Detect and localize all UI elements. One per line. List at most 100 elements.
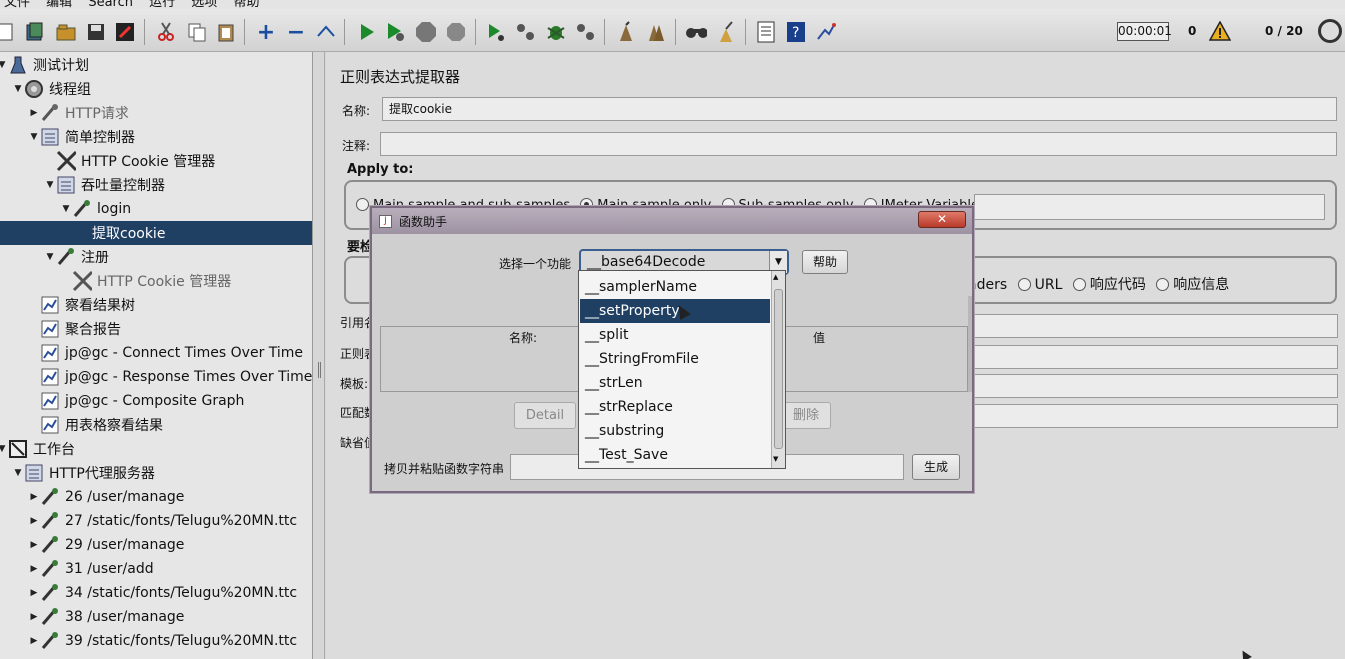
dialog-titlebar[interactable]: J 函数助手 ✕ (372, 208, 972, 234)
function-helper-icon[interactable] (755, 21, 777, 43)
delete-button[interactable]: 删除 (781, 402, 831, 429)
remote-shutdown-icon[interactable] (545, 21, 567, 43)
tree-node[interactable]: ▶ 26 /user/manage (28, 485, 184, 509)
tree-node[interactable]: HTTP Cookie 管理器 (44, 149, 215, 173)
proxy-server-icon (24, 463, 44, 483)
divider-grip[interactable] (318, 362, 321, 378)
remove-icon[interactable]: − (285, 20, 307, 45)
page-title: 正则表达式提取器 (340, 68, 461, 86)
radio-main-and-sub[interactable] (356, 198, 369, 211)
tree-node[interactable]: ▼ 吞吐量控制器 (44, 173, 165, 197)
field-to-check-options: aders URL 响应代码 响应信息 (968, 277, 1230, 293)
reference-name-field[interactable] (972, 314, 1338, 338)
option-substring[interactable]: __substring (580, 419, 770, 443)
copy-icon[interactable] (186, 21, 208, 43)
sampler-icon (40, 559, 60, 579)
tree-node[interactable]: ▼工作台 (0, 437, 75, 461)
remote-stop-icon[interactable] (515, 21, 537, 43)
tree-node[interactable]: ▼ HTTP代理服务器 (12, 461, 155, 485)
generate-button[interactable]: 生成 (912, 454, 960, 480)
comment-label: 注释: (342, 139, 371, 153)
tree-node[interactable]: ▼ 简单控制器 (28, 125, 135, 149)
tree-node[interactable]: ▼ login (60, 197, 131, 221)
reset-search-icon[interactable] (715, 21, 737, 43)
add-icon[interactable]: + (255, 20, 277, 45)
scroll-down-icon[interactable]: ▼ (773, 455, 778, 463)
name-field[interactable]: 提取cookie (382, 97, 1337, 121)
apply-to-title: Apply to: (344, 162, 417, 177)
search-icon[interactable] (685, 21, 707, 43)
save-as-icon[interactable] (114, 21, 136, 43)
tree-node[interactable]: ▶ 34 /static/fonts/Telugu%20MN.ttc (28, 581, 297, 605)
detail-button[interactable]: Detail (514, 402, 576, 429)
templates-icon[interactable] (24, 21, 46, 43)
radio-url[interactable] (1017, 278, 1031, 291)
option-sampler-name[interactable]: __samplerName (580, 275, 770, 299)
tree-node[interactable]: jp@gc - Connect Times Over Time (28, 341, 303, 365)
clear-icon[interactable] (615, 21, 637, 43)
warning-icon[interactable] (1208, 20, 1232, 45)
option-test-save[interactable]: __Test_Save (580, 443, 770, 467)
help-icon[interactable]: ? (785, 21, 807, 43)
tree-node[interactable]: jp@gc - Composite Graph (28, 389, 244, 413)
start-no-pause-icon[interactable] (385, 21, 407, 43)
option-string-from-file[interactable]: __StringFromFile (580, 347, 770, 371)
tree-node[interactable]: ▼ 线程组 (12, 77, 91, 101)
error-count: 0 (1188, 24, 1197, 38)
new-icon[interactable] (0, 21, 16, 43)
scroll-thumb[interactable] (774, 289, 783, 449)
tree-node[interactable]: ▶ 39 /static/fonts/Telugu%20MN.ttc (28, 629, 297, 653)
start-icon[interactable] (356, 21, 378, 43)
tree-node[interactable]: HTTP Cookie 管理器 (60, 269, 231, 293)
cut-icon[interactable] (155, 21, 177, 43)
tree-node[interactable]: ▼测试计划 (0, 53, 89, 77)
radio-response-code[interactable] (1072, 278, 1086, 291)
radio-response-message[interactable] (1156, 278, 1170, 291)
sampler-icon (40, 487, 60, 507)
dropdown-scrollbar[interactable]: ▲ ▼ (771, 271, 785, 468)
option-split[interactable]: __split (580, 323, 770, 347)
match-no-field[interactable] (972, 404, 1338, 428)
shutdown-icon[interactable] (445, 21, 467, 43)
save-icon[interactable] (85, 21, 107, 43)
close-button[interactable]: ✕ (918, 211, 966, 228)
log-viewer-icon[interactable] (815, 21, 837, 43)
tree-node-selected[interactable]: 提取cookie (0, 221, 312, 245)
stop-icon[interactable] (415, 21, 437, 43)
jmeter-variable-field[interactable] (974, 194, 1325, 220)
tree-node[interactable]: jp@gc - Response Times Over Time (28, 365, 312, 389)
tree-node[interactable]: 用表格察看结果 (28, 413, 163, 437)
sampler-icon (40, 103, 60, 123)
tree-node[interactable]: 聚合报告 (28, 317, 121, 341)
tree-node[interactable]: 察看结果树 (28, 293, 135, 317)
paste-icon[interactable] (215, 21, 237, 43)
tree-node[interactable]: ▶ HTTP请求 (28, 101, 129, 125)
listener-icon (40, 319, 60, 339)
tree-node[interactable]: ▼ 注册 (44, 245, 109, 269)
option-str-replace[interactable]: __strReplace (580, 395, 770, 419)
split-pane-divider[interactable] (313, 52, 325, 659)
listener-icon (40, 367, 60, 387)
tree-node[interactable]: ▶ 29 /user/manage (28, 533, 184, 557)
remote-exit-icon[interactable] (575, 21, 597, 43)
remote-start-icon[interactable] (485, 21, 507, 43)
dialog-title: 函数助手 (399, 215, 448, 229)
function-dropdown-list: __samplerName __setProperty __split __St… (578, 270, 786, 469)
open-icon[interactable] (55, 21, 77, 43)
sampler-icon (40, 631, 60, 651)
scroll-up-icon[interactable]: ▲ (773, 273, 778, 281)
template-field[interactable] (972, 374, 1338, 398)
tree-node[interactable]: ▶ 31 /user/add (28, 557, 154, 581)
help-button[interactable]: 帮助 (802, 250, 848, 274)
option-str-len[interactable]: __strLen (580, 371, 770, 395)
wrench-icon (72, 270, 92, 292)
clear-all-icon[interactable] (645, 21, 667, 43)
java-icon: J (379, 215, 392, 228)
sampler-icon (40, 535, 60, 555)
tree-node[interactable]: ▶ 27 /static/fonts/Telugu%20MN.ttc (28, 509, 297, 533)
tree-node[interactable]: ▶ 38 /user/manage (28, 605, 184, 629)
comment-field[interactable] (380, 132, 1337, 156)
table-scrollbar[interactable] (968, 296, 972, 392)
regex-field[interactable] (972, 345, 1338, 369)
toggle-icon[interactable] (315, 21, 337, 43)
